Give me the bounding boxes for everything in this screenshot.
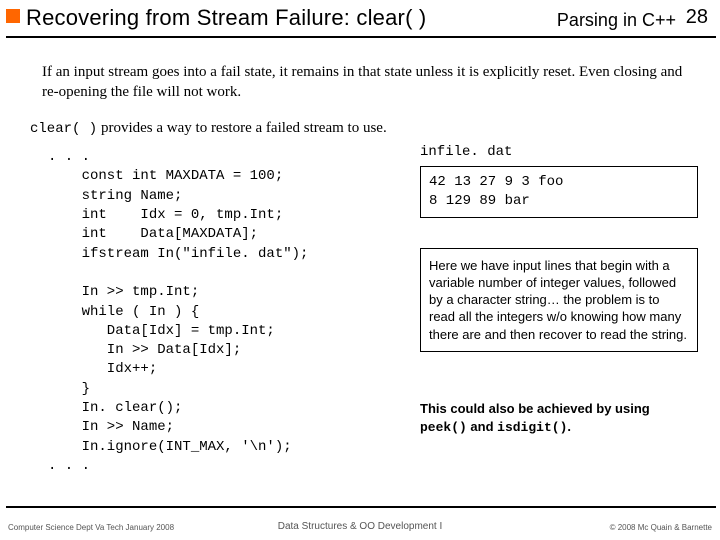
note2-code-isdigit: isdigit() — [497, 420, 567, 435]
clear-code-inline: clear( ) — [30, 121, 97, 137]
note2-t1: This could also be achieved by using — [420, 401, 650, 416]
note2-t2: and — [467, 419, 497, 434]
intro-paragraph: If an input stream goes into a fail stat… — [42, 62, 696, 103]
data-file-box: 42 13 27 9 3 foo 8 129 89 bar — [420, 166, 698, 218]
course-name: Parsing in C++ — [557, 10, 676, 31]
note2-t3: . — [567, 419, 571, 434]
note2-code-peek: peek() — [420, 420, 467, 435]
clear-sentence: clear( ) provides a way to restore a fai… — [30, 120, 696, 137]
code-block: . . . const int MAXDATA = 100; string Na… — [48, 148, 308, 476]
note-box: Here we have input lines that begin with… — [420, 248, 698, 352]
accent-square — [6, 9, 20, 23]
footer-right: © 2008 Mc Quain & Barnette — [610, 523, 712, 532]
data-filename: infile. dat — [420, 144, 512, 160]
slide-number: 28 — [686, 6, 708, 29]
clear-rest: provides a way to restore a failed strea… — [97, 120, 386, 136]
slide-title: Recovering from Stream Failure: clear( ) — [26, 5, 426, 31]
header-rule — [6, 36, 716, 38]
footer-rule — [6, 506, 716, 508]
note-alt: This could also be achieved by using pee… — [420, 400, 698, 436]
